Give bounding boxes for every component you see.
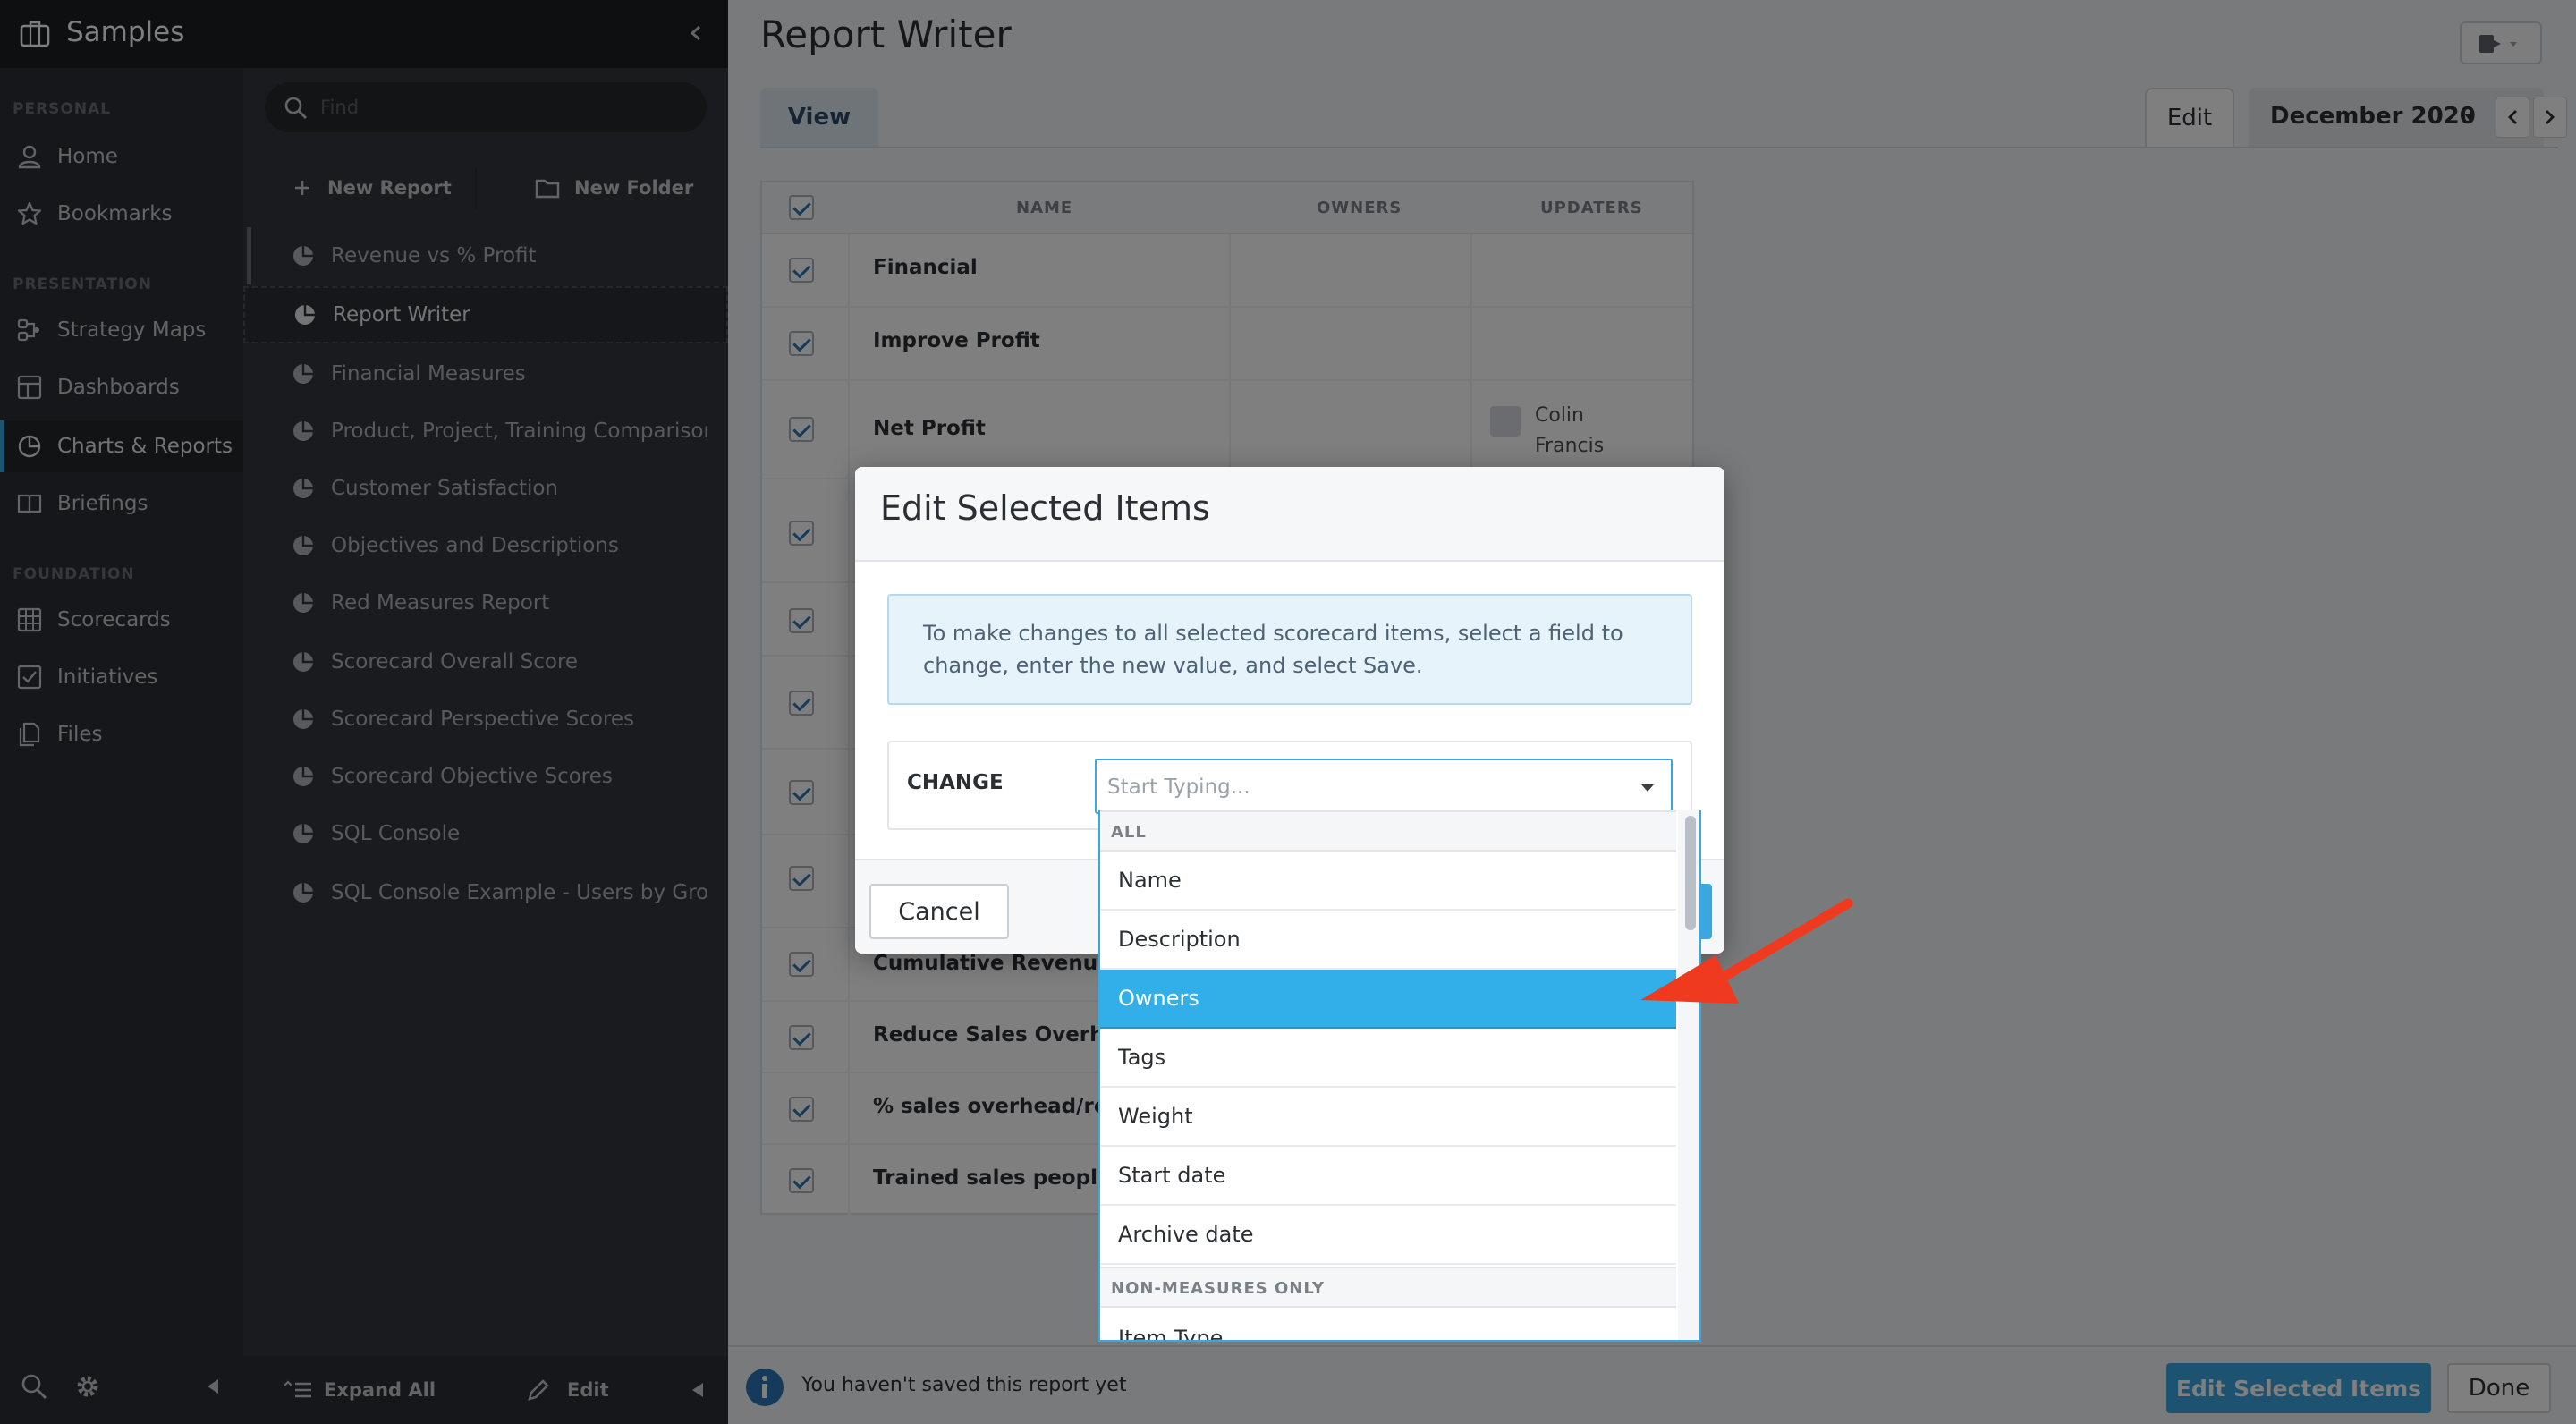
caret-down-icon <box>1641 784 1654 792</box>
dropdown-option-label: Weight <box>1118 1104 1193 1129</box>
change-label: CHANGE <box>907 771 1004 794</box>
dropdown-option-label: Archive date <box>1118 1222 1254 1247</box>
change-field-dropdown: ALL Name Description Owners Tags Weight … <box>1098 810 1701 1342</box>
dropdown-option-description[interactable]: Description <box>1100 911 1676 970</box>
change-field-input[interactable] <box>1107 769 1608 805</box>
dropdown-option-label: Name <box>1118 868 1182 893</box>
dropdown-option-label: Description <box>1118 927 1241 952</box>
option-group-label: ALL <box>1111 823 1147 842</box>
annotation-arrow-icon <box>1640 898 1853 1004</box>
dropdown-option-tags[interactable]: Tags <box>1100 1029 1676 1088</box>
dropdown-option-weight[interactable]: Weight <box>1100 1088 1676 1147</box>
info-alert: To make changes to all selected scorecar… <box>887 594 1692 705</box>
option-group-label: NON-MEASURES ONLY <box>1111 1279 1326 1298</box>
dialog-title: Edit Selected Items <box>880 488 1210 528</box>
dropdown-option-owners[interactable]: Owners <box>1100 970 1676 1029</box>
dropdown-option-item-type[interactable]: Item Type <box>1100 1308 1676 1342</box>
option-group-all: ALL <box>1100 810 1676 852</box>
change-field-select[interactable] <box>1095 759 1673 814</box>
dropdown-option-start-date[interactable]: Start date <box>1100 1147 1676 1206</box>
dialog-header: Edit Selected Items <box>855 467 1724 562</box>
dropdown-option-label: Start date <box>1118 1163 1226 1188</box>
dropdown-option-archive-date[interactable]: Archive date <box>1100 1206 1676 1265</box>
dropdown-option-name[interactable]: Name <box>1100 852 1676 911</box>
dropdown-option-label: Owners <box>1118 986 1199 1011</box>
option-group-non-measures: NON-MEASURES ONLY <box>1100 1267 1676 1308</box>
dropdown-option-label: Item Type <box>1118 1326 1224 1342</box>
dropdown-option-label: Tags <box>1118 1045 1166 1070</box>
cancel-button[interactable]: Cancel <box>869 884 1009 939</box>
